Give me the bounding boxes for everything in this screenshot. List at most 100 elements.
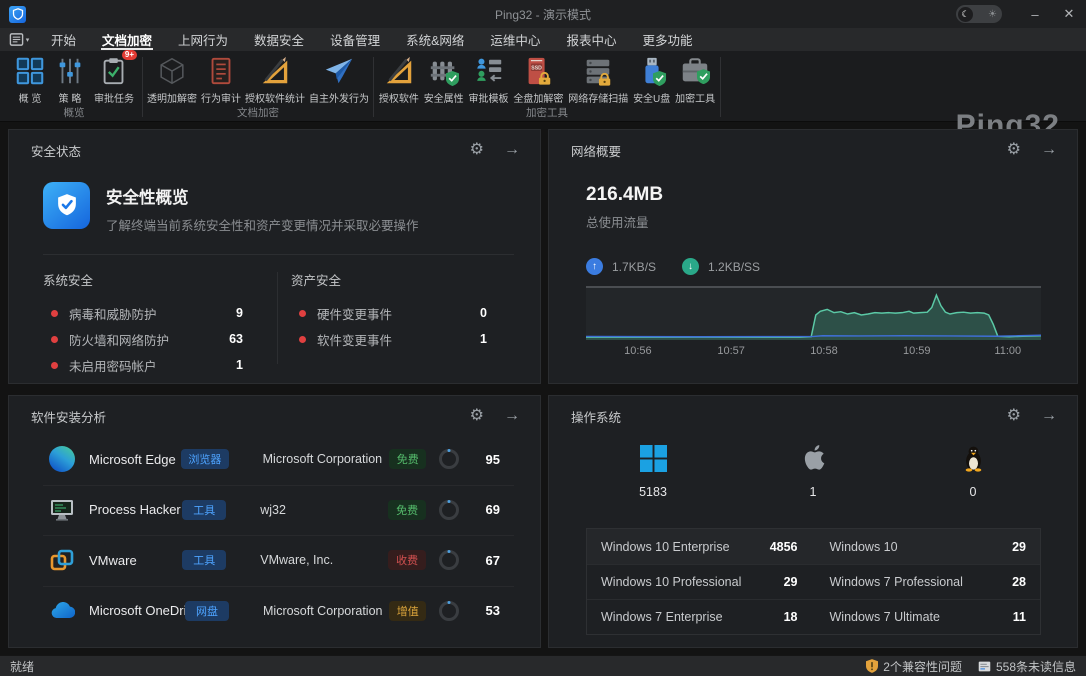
menu-tab-bar: ▾ 开始 文档加密 上网行为 数据安全 设备管理 系统&网络 运维中心 报表中心…: [0, 28, 1086, 51]
audit-list-icon: [205, 55, 237, 87]
table-row: Windows 10 Enterprise 4856 Windows 10 29: [587, 529, 1040, 564]
tab-ops-center[interactable]: 运维中心: [477, 28, 553, 51]
ribbon-button-outgoing-behavior[interactable]: 自主外发行为: [307, 55, 371, 105]
os-version-count: 29: [784, 575, 798, 589]
software-name: VMware: [89, 553, 182, 568]
score-ring: [439, 449, 459, 469]
tab-more-features[interactable]: 更多功能: [629, 28, 705, 51]
gear-icon[interactable]: ⚙: [470, 408, 484, 424]
unread-messages[interactable]: 558条未读信息: [978, 658, 1076, 675]
tab-device-management[interactable]: 设备管理: [317, 28, 393, 51]
gear-icon[interactable]: ⚙: [1007, 408, 1021, 424]
arrow-right-icon[interactable]: →: [1041, 408, 1057, 424]
ribbon-button-network-storage-scan[interactable]: 网络存储扫描: [566, 55, 630, 105]
notification-badge: 9+: [122, 50, 137, 60]
stat-value: 9: [236, 306, 243, 320]
price-badge: 收费: [388, 550, 425, 570]
compatibility-issues[interactable]: 2个兼容性问题: [866, 658, 962, 675]
panel-title: 操作系统: [571, 407, 621, 426]
ribbon-group-overview: 概 览 策 略 9+ 审批任务: [8, 51, 140, 121]
close-button[interactable]: ✕: [1052, 0, 1086, 28]
panel-header: 软件安装分析 ⚙ →: [9, 396, 540, 436]
ribbon-separator: [720, 57, 721, 117]
network-traffic-chart: [586, 286, 1041, 340]
shield-check-icon: [43, 182, 90, 229]
divider: [277, 272, 278, 364]
ribbon-button-security-attributes[interactable]: 安全属性: [422, 55, 466, 105]
total-traffic-value: 216.4MB: [586, 184, 663, 206]
status-bar: 就绪 2个兼容性问题 558条未读信息: [0, 655, 1086, 676]
tab-internet-behavior[interactable]: 上网行为: [165, 28, 241, 51]
asset-security-section: 资产安全 硬件变更事件 0 软件变更事件 1: [291, 270, 487, 352]
message-icon: [978, 661, 991, 672]
software-vendor: VMware, Inc.: [260, 553, 388, 567]
red-dot-icon: [299, 336, 306, 343]
tab-system-network[interactable]: 系统&网络: [393, 28, 477, 51]
server-lock-icon: [582, 55, 614, 87]
minimize-button[interactable]: –: [1018, 0, 1052, 28]
ribbon-button-approval-template[interactable]: 审批模板: [467, 55, 511, 105]
ribbon-button-overview[interactable]: 概 览: [12, 55, 48, 105]
window-controls: ☾ ☀ – ✕: [956, 0, 1086, 28]
os-version-name: Windows 7 Ultimate: [830, 610, 940, 624]
ribbon-button-authorized-software-stats[interactable]: 授权软件统计: [243, 55, 307, 105]
system-security-section: 系统安全 病毒和威胁防护 9 防火墙和网络防护 63 未启用密码帐户 1: [43, 270, 243, 378]
chart-tick-label: 10:57: [717, 345, 745, 357]
category-badge: 工具: [182, 500, 226, 520]
ribbon-button-secure-usb[interactable]: 安全U盘: [631, 55, 672, 105]
ruler-pencil-icon: [259, 55, 291, 87]
arrow-right-icon[interactable]: →: [504, 408, 520, 424]
ribbon-button-label: 透明加解密: [147, 90, 197, 105]
network-summary-panel: 网络概要 ⚙ → 216.4MB 总使用流量 ↑ 1.7KB/S ↓ 1.2KB…: [548, 129, 1078, 384]
ribbon-button-authorized-software[interactable]: 授权软件: [377, 55, 421, 105]
ribbon-button-label: 行为审计: [201, 90, 241, 105]
ribbon-separator: [142, 57, 143, 117]
os-tile-windows: 5183: [573, 442, 733, 499]
panel-header: 安全状态 ⚙ →: [9, 130, 540, 170]
software-row-onedrive[interactable]: Microsoft OneDrive 网盘 Microsoft Corporat…: [9, 586, 540, 637]
hero-subtitle: 了解终端当前系统安全性和资产变更情况并采取必要操作: [106, 215, 419, 234]
divider: [43, 254, 514, 255]
arrow-right-icon[interactable]: →: [504, 142, 520, 158]
os-tiles: 5183 1 0: [549, 442, 1077, 499]
hero-title: 安全性概览: [106, 184, 419, 208]
ribbon-button-full-disk-encryption[interactable]: SSD 全盘加解密: [511, 55, 565, 105]
process-hacker-icon: [49, 497, 75, 523]
stat-value: 0: [480, 306, 487, 320]
tab-document-encryption[interactable]: 文档加密: [89, 28, 165, 51]
software-row-process-hacker[interactable]: Process Hacker 工具 wj32 免费 69: [9, 485, 540, 536]
stat-label: 硬件变更事件: [317, 304, 392, 323]
ribbon-button-approval-tasks[interactable]: 9+ 审批任务: [92, 55, 136, 105]
category-badge: 工具: [182, 550, 226, 570]
vmware-icon: [49, 547, 75, 573]
tab-start[interactable]: 开始: [38, 28, 89, 51]
software-name: Process Hacker: [89, 502, 182, 517]
os-version-count: 18: [784, 610, 798, 624]
ribbon-button-behavior-audit[interactable]: 行为审计: [199, 55, 243, 105]
gear-icon[interactable]: ⚙: [1007, 142, 1021, 158]
gear-icon[interactable]: ⚙: [470, 142, 484, 158]
ribbon-button-transparent-encryption[interactable]: 透明加解密: [145, 55, 199, 105]
software-row-vmware[interactable]: VMware 工具 VMware, Inc. 收费 67: [9, 535, 540, 586]
section-title: 资产安全: [291, 270, 487, 289]
os-count: 0: [970, 485, 977, 499]
security-stat-row: 硬件变更事件 0: [291, 300, 487, 326]
software-row-edge[interactable]: Microsoft Edge 浏览器 Microsoft Corporation…: [9, 434, 540, 485]
os-count: 5183: [639, 485, 667, 499]
ribbon-button-label: 授权软件统计: [245, 90, 305, 105]
tab-data-security[interactable]: 数据安全: [241, 28, 317, 51]
software-score: 69: [471, 502, 500, 517]
ribbon-button-encryption-tools[interactable]: 加密工具: [673, 55, 717, 105]
stat-value: 1: [236, 358, 243, 372]
tab-report-center[interactable]: 报表中心: [553, 28, 629, 51]
ribbon-button-policy[interactable]: 策 略: [52, 55, 88, 105]
arrow-right-icon[interactable]: →: [1041, 142, 1057, 158]
ribbon-button-label: 策 略: [59, 90, 82, 105]
stat-value: 1: [480, 332, 487, 346]
theme-toggle[interactable]: ☾ ☀: [956, 5, 1002, 23]
os-version-name: Windows 10 Enterprise: [601, 540, 730, 554]
linux-tux-icon: [962, 442, 985, 472]
total-traffic-label: 总使用流量: [586, 212, 649, 231]
panel-title: 网络概要: [571, 141, 621, 160]
main-menu-button[interactable]: ▾: [0, 28, 38, 51]
